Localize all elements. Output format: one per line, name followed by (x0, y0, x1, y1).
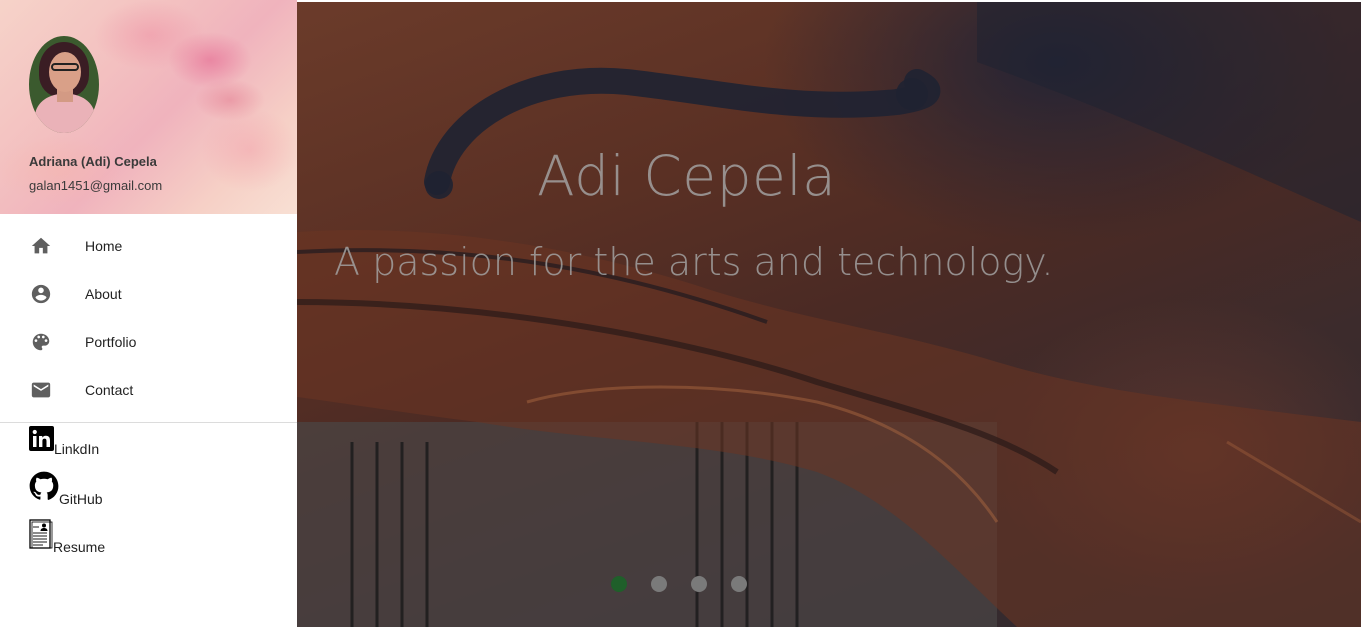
mail-icon (30, 379, 52, 401)
avatar (29, 36, 99, 133)
nav-item-home[interactable]: Home (0, 222, 297, 270)
page-root: Adriana (Adi) Cepela galan1451@gmail.com… (0, 0, 1361, 627)
nav-item-label: Contact (85, 382, 134, 398)
nav-item-portfolio[interactable]: Portfolio (0, 318, 297, 366)
linkedin-link[interactable]: LinkdIn (29, 426, 289, 456)
resume-link[interactable]: Resume (29, 519, 289, 554)
account-circle-icon (30, 283, 52, 305)
resume-label: Resume (53, 539, 106, 555)
linkedin-icon (29, 426, 54, 456)
hero-carousel: Adi Cepela A passion for the arts and te… (297, 2, 1361, 627)
sidebar-divider (0, 422, 297, 423)
resume-icon (29, 519, 53, 554)
profile-name: Adriana (Adi) Cepela (29, 154, 157, 169)
nav-item-label: Portfolio (85, 334, 137, 350)
profile-email: galan1451@gmail.com (29, 178, 163, 193)
github-icon (29, 471, 59, 506)
linkedin-label: LinkdIn (54, 441, 100, 457)
carousel-dot-4[interactable] (731, 576, 747, 592)
nav-item-label: About (85, 286, 122, 302)
nav-item-contact[interactable]: Contact (0, 366, 297, 414)
nav-item-label: Home (85, 238, 123, 254)
hero-title: Adi Cepela (537, 144, 837, 208)
palette-icon (30, 331, 52, 353)
hero-subtitle: A passion for the arts and technology. (334, 240, 1054, 284)
github-label: GitHub (59, 491, 103, 507)
carousel-indicators (611, 576, 747, 592)
sidebar: Adriana (Adi) Cepela galan1451@gmail.com… (0, 0, 297, 627)
nav-item-about[interactable]: About (0, 270, 297, 318)
violin-background-image (297, 2, 1361, 627)
carousel-dot-1[interactable] (611, 576, 627, 592)
github-link[interactable]: GitHub (29, 471, 289, 506)
carousel-dot-3[interactable] (691, 576, 707, 592)
home-icon (30, 235, 52, 257)
carousel-dot-2[interactable] (651, 576, 667, 592)
nav-menu: Home About Portfolio Contact (0, 222, 297, 414)
profile-header: Adriana (Adi) Cepela galan1451@gmail.com (0, 0, 297, 214)
